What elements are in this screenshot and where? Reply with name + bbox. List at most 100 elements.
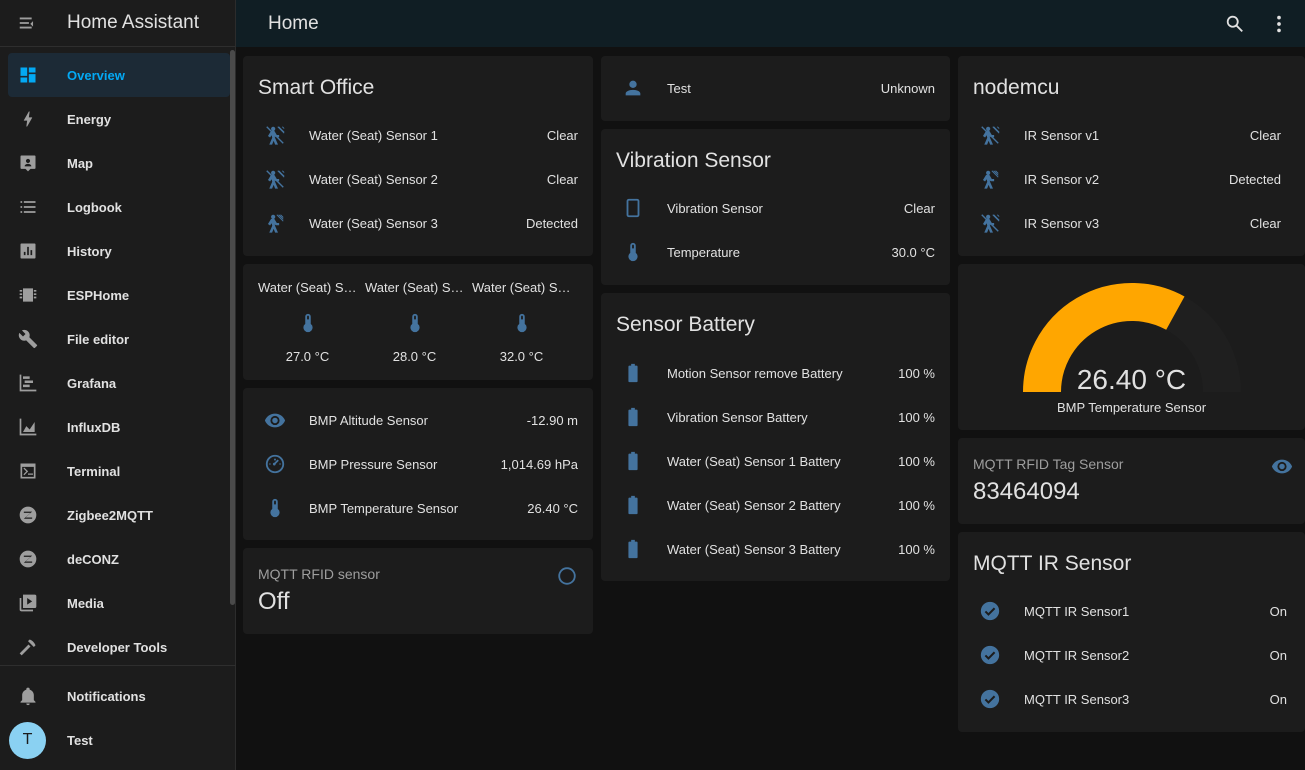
entity-name: IR Sensor v3 [1024, 215, 1100, 231]
entity-row[interactable]: Motion Sensor remove Battery 100 % [601, 351, 950, 395]
entity-name: Water (Seat) Sensor 2 Battery [667, 497, 841, 513]
eye-icon [263, 408, 287, 432]
entity-card-name: MQTT RFID Tag Sensor [973, 456, 1124, 472]
sidebar-item-file-editor[interactable]: File editor [0, 317, 236, 361]
entity-row[interactable]: Test Unknown [601, 66, 950, 110]
sidebar-item-label: History [67, 243, 112, 259]
glance-entity-name: Water (Seat) Se... [365, 280, 468, 295]
entity-row[interactable]: MQTT IR Sensor3 On [958, 677, 1305, 721]
glance-entity[interactable]: Water (Seat) Se... 28.0 °C [361, 264, 468, 380]
console-icon [17, 460, 39, 482]
view-dashboard-icon [17, 64, 39, 86]
entity-row[interactable]: BMP Temperature Sensor 26.40 °C [243, 486, 593, 530]
entity-state: Clear [1249, 127, 1281, 143]
sidebar-item-logbook[interactable]: Logbook [0, 185, 236, 229]
menu-open-icon[interactable] [15, 10, 41, 36]
entity-name: Temperature [667, 244, 740, 260]
entity-row[interactable]: Water (Seat) Sensor 1 Battery 100 % [601, 439, 950, 483]
mqtt-rfid-tag-card[interactable]: MQTT RFID Tag Sensor 83464094 [958, 438, 1305, 524]
mqtt-rfid-sensor-card[interactable]: MQTT RFID sensor Off [243, 548, 593, 634]
entity-state: Clear [546, 171, 578, 187]
entity-name: BMP Pressure Sensor [309, 456, 438, 472]
entity-name: MQTT IR Sensor3 [1024, 691, 1130, 707]
motion-sensor-off-icon [263, 123, 287, 147]
entity-row[interactable]: Water (Seat) Sensor 2 Battery 100 % [601, 483, 950, 527]
entity-row[interactable]: MQTT IR Sensor1 On [958, 589, 1305, 633]
search-icon[interactable] [1222, 11, 1248, 37]
sidebar-item-map[interactable]: Map [0, 141, 236, 185]
sidebar-item-developer-tools[interactable]: Developer Tools [0, 625, 236, 669]
sidebar-header: Home Assistant [0, 0, 235, 47]
entity-row[interactable]: Water (Seat) Sensor 1 Clear [243, 113, 593, 157]
entity-name: MQTT IR Sensor2 [1024, 647, 1130, 663]
sidebar-item-grafana[interactable]: Grafana [0, 361, 236, 405]
entity-row[interactable]: Vibration Sensor Clear [601, 186, 950, 230]
entity-state: Clear [546, 127, 578, 143]
entity-state: Clear [1249, 215, 1281, 231]
entity-state: 100 % [898, 453, 935, 469]
motion-sensor-icon [263, 211, 287, 235]
glance-entity[interactable]: Water (Seat) Se... 27.0 °C [254, 264, 361, 380]
check-circle-icon [978, 599, 1002, 623]
sidebar-item-label: Map [67, 155, 93, 171]
entity-row[interactable]: IR Sensor v2 Detected [958, 157, 1305, 201]
sidebar-item-label: Overview [67, 67, 125, 83]
media-icon [17, 592, 39, 614]
glance-card: Water (Seat) Se... 27.0 °C Water (Seat) … [243, 264, 593, 380]
sidebar-item-esphome[interactable]: ESPHome [0, 273, 236, 317]
thermometer-icon [263, 496, 287, 520]
temperature-gauge-card[interactable]: 26.40 °C BMP Temperature Sensor [958, 264, 1305, 430]
sidebar-item-overview[interactable]: Overview [8, 53, 230, 97]
entity-row[interactable]: IR Sensor v1 Clear [958, 113, 1305, 157]
logbook-icon [17, 196, 39, 218]
entity-state: Detected [525, 215, 578, 231]
entity-card-value: Off [258, 588, 290, 615]
entity-row[interactable]: Water (Seat) Sensor 3 Battery 100 % [601, 527, 950, 571]
entity-name: Water (Seat) Sensor 3 Battery [667, 541, 841, 557]
card-title: Vibration Sensor [616, 149, 771, 172]
entity-row[interactable]: Water (Seat) Sensor 2 Clear [243, 157, 593, 201]
motion-sensor-icon [978, 167, 1002, 191]
entity-row[interactable]: BMP Pressure Sensor 1,014.69 hPa [243, 442, 593, 486]
hammer-icon [17, 636, 39, 658]
entity-card-value: 83464094 [973, 478, 1080, 505]
more-vertical-icon[interactable] [1266, 11, 1292, 37]
entity-row[interactable]: Water (Seat) Sensor 3 Detected [243, 201, 593, 245]
sidebar-item-label: Terminal [67, 463, 121, 479]
sidebar-item-influxdb[interactable]: InfluxDB [0, 405, 236, 449]
lightning-icon [17, 108, 39, 130]
test-entity-card: Test Unknown [601, 56, 950, 121]
sidebar-item-notifications[interactable]: Notifications [0, 674, 236, 718]
battery-icon [621, 405, 645, 429]
sidebar-item-deconz[interactable]: deCONZ [0, 537, 236, 581]
card-title: nodemcu [973, 76, 1060, 99]
entity-row[interactable]: Vibration Sensor Battery 100 % [601, 395, 950, 439]
sidebar-item-label: File editor [67, 331, 130, 347]
sidebar-item-label: Energy [67, 111, 112, 127]
motion-sensor-off-icon [978, 211, 1002, 235]
entity-state: Clear [903, 200, 935, 216]
sidebar-item-label: Logbook [67, 199, 122, 215]
entity-row[interactable]: BMP Altitude Sensor -12.90 m [243, 398, 593, 442]
entity-name: Water (Seat) Sensor 1 [309, 127, 438, 143]
entity-name: Water (Seat) Sensor 1 Battery [667, 453, 841, 469]
app-title: Home Assistant [67, 12, 199, 33]
chart-timeline-icon [17, 372, 39, 394]
map-icon [17, 152, 39, 174]
app-root: Home Assistant Overview Energy Map Logbo… [0, 0, 1305, 770]
entity-state: Detected [1228, 171, 1281, 187]
sidebar-item-zigbee2mqtt[interactable]: Zigbee2MQTT [0, 493, 236, 537]
sidebar-item-energy[interactable]: Energy [0, 97, 236, 141]
entity-name: Test [667, 80, 691, 96]
sidebar-scrollbar[interactable] [230, 50, 235, 605]
sidebar-item-history[interactable]: History [0, 229, 236, 273]
entity-row[interactable]: IR Sensor v3 Clear [958, 201, 1305, 245]
sidebar-item-label: InfluxDB [67, 419, 121, 435]
entity-row[interactable]: MQTT IR Sensor2 On [958, 633, 1305, 677]
glance-entity[interactable]: Water (Seat) Se... 32.0 °C [468, 264, 575, 380]
battery-icon [621, 361, 645, 385]
entity-row[interactable]: Temperature 30.0 °C [601, 230, 950, 274]
sidebar-item-media[interactable]: Media [0, 581, 236, 625]
sidebar-item-terminal[interactable]: Terminal [0, 449, 236, 493]
sidebar-item-profile[interactable]: T Test [0, 718, 236, 762]
